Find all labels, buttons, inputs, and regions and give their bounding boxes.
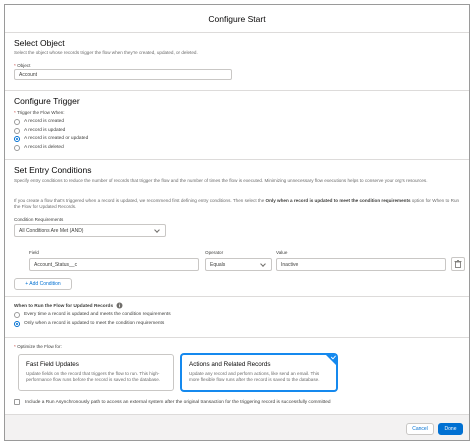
radio-option-label: A record is created or updated: [24, 136, 89, 141]
field-label: Field: [29, 250, 39, 255]
run-async-checkbox[interactable]: [14, 399, 20, 405]
check-icon: [325, 354, 337, 366]
card-title: Fast Field Updates: [26, 361, 79, 368]
trigger-label: * Trigger the Flow When:: [14, 110, 65, 115]
condition-operator-select[interactable]: Equals: [205, 258, 272, 271]
condition-value-value: Inactive: [281, 261, 299, 268]
condition-field-input[interactable]: Account_Status__c: [29, 258, 199, 271]
object-label-text: Object: [17, 63, 31, 68]
optimize-label-text: Optimize the Flow for:: [17, 344, 62, 349]
object-input-value: Account: [19, 71, 38, 78]
actions-related-records-card[interactable]: Actions and Related Records Update any r…: [181, 354, 337, 391]
card-description: Update fields on the record that trigger…: [26, 371, 161, 382]
select-object-help: Select the object whose records trigger …: [14, 50, 198, 55]
radio-button[interactable]: [14, 321, 20, 327]
condition-operator-value: Equals: [210, 261, 226, 268]
condition-requirements-value: All Conditions Are Met (AND): [19, 227, 84, 234]
chevron-down-icon: [260, 261, 266, 267]
condition-value-input[interactable]: Inactive: [276, 258, 446, 271]
modal-footer: Cancel Done: [5, 414, 469, 440]
radio-button[interactable]: [14, 144, 20, 151]
chevron-down-icon: [154, 227, 160, 233]
operator-label: Operator: [205, 250, 224, 255]
card-description: Update any record and perform actions, l…: [189, 371, 320, 382]
divider: [5, 90, 469, 91]
radio-option-label: A record is created: [24, 119, 64, 124]
run-async-label: Include a Run Asynchronously path to acc…: [25, 400, 331, 405]
radio-button[interactable]: [14, 136, 20, 142]
recommendation-text: If you create a flow that's triggered wh…: [14, 198, 266, 203]
entry-conditions-title: Set Entry Conditions: [14, 165, 92, 175]
when-to-run-title: When to Run the Flow for Updated Records: [14, 302, 123, 309]
trash-icon: [454, 260, 462, 268]
modal-title: Configure Start: [208, 13, 266, 24]
recommendation-bold: Only when a record is updated to meet th…: [265, 198, 411, 203]
object-input[interactable]: Account: [14, 69, 232, 80]
radio-option-label: A record is updated: [24, 127, 66, 133]
modal-header: Configure Start: [5, 5, 469, 33]
radio-option-label: Only when a record is updated to meet th…: [24, 321, 165, 326]
radio-option-label: A record is deleted: [24, 144, 64, 150]
condition-requirements-label: Condition Requirements: [14, 217, 64, 222]
entry-conditions-recommendation: If you create a flow that's triggered wh…: [14, 198, 460, 210]
select-object-title: Select Object: [14, 38, 65, 48]
cancel-button[interactable]: Cancel: [406, 423, 434, 435]
card-title: Actions and Related Records: [189, 361, 271, 368]
radio-button[interactable]: [14, 312, 20, 318]
delete-condition-button[interactable]: [451, 257, 465, 271]
divider: [5, 296, 469, 297]
divider: [5, 159, 469, 160]
object-label: * Object: [14, 63, 30, 68]
divider: [5, 337, 469, 338]
radio-option-label: Every time a record is updated and meets…: [24, 312, 171, 317]
optimize-label: * Optimize the Flow for:: [14, 344, 62, 349]
when-to-run-title-text: When to Run the Flow for Updated Records: [14, 303, 114, 309]
trigger-label-text: Trigger the Flow When:: [16, 110, 65, 115]
radio-button[interactable]: [14, 119, 20, 125]
fast-field-updates-card[interactable]: Fast Field Updates Update fields on the …: [18, 354, 174, 391]
value-label: Value: [276, 250, 288, 255]
info-icon[interactable]: [116, 302, 123, 309]
configure-trigger-title: Configure Trigger: [14, 96, 80, 106]
configure-start-modal: Configure Start Select Object Select the…: [4, 4, 470, 441]
done-button[interactable]: Done: [438, 423, 463, 435]
condition-field-value: Account_Status__c: [34, 261, 78, 268]
radio-button[interactable]: [14, 127, 20, 134]
entry-conditions-help: Specify entry conditions to reduce the n…: [14, 178, 428, 183]
condition-requirements-select[interactable]: All Conditions Are Met (AND): [14, 224, 166, 237]
add-condition-button[interactable]: + Add Condition: [14, 278, 72, 290]
